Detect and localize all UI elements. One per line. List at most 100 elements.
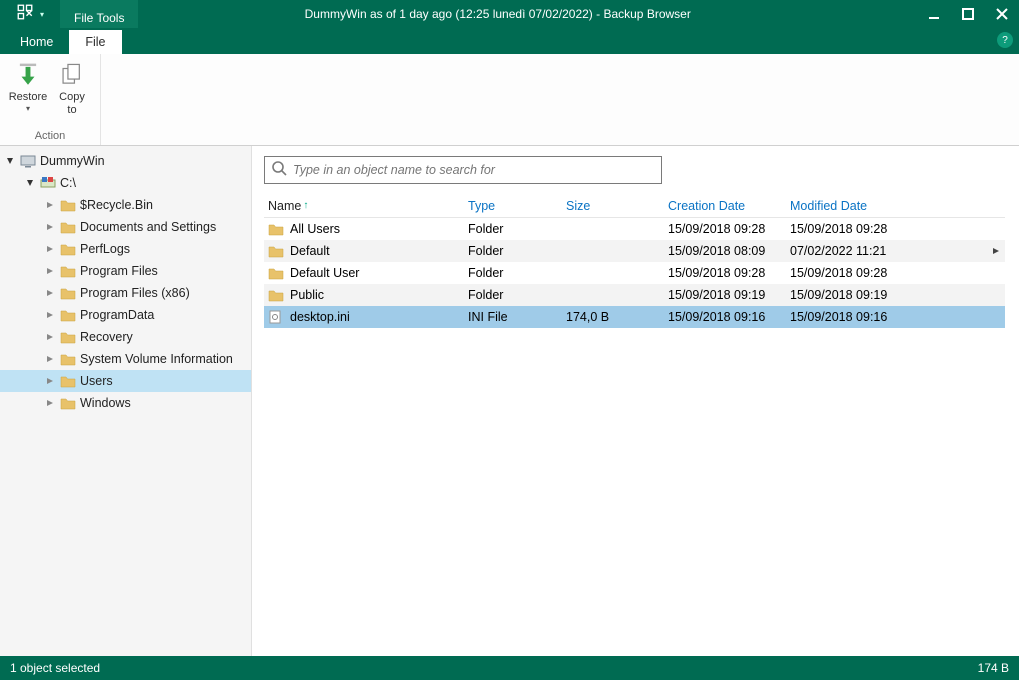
window-title: DummyWin as of 1 day ago (12:25 lunedì 0… — [138, 0, 917, 28]
cell-size: 174,0 B — [562, 310, 664, 324]
cell-type: Folder — [464, 244, 562, 258]
tree-item-label: Recovery — [80, 330, 133, 344]
cell-modified-date: 15/09/2018 09:16 — [786, 310, 906, 324]
column-creation-date[interactable]: Creation Date — [664, 199, 786, 213]
copy-to-button[interactable]: Copy to — [52, 58, 92, 128]
tree-item[interactable]: Documents and Settings — [0, 216, 251, 238]
status-left: 1 object selected — [10, 661, 100, 675]
title-bar: ▾ File Tools DummyWin as of 1 day ago (1… — [0, 0, 1019, 28]
status-bar: 1 object selected 174 B — [0, 656, 1019, 680]
tree-item[interactable]: Recovery — [0, 326, 251, 348]
column-type[interactable]: Type — [464, 199, 562, 213]
expand-icon[interactable] — [44, 287, 56, 299]
cell-modified-date: 15/09/2018 09:28 — [786, 266, 906, 280]
sort-asc-icon: ↑ — [303, 200, 308, 211]
tree-item-label: $Recycle.Bin — [80, 198, 153, 212]
tree-item[interactable]: $Recycle.Bin — [0, 194, 251, 216]
grid-header: Name↑ Type Size Creation Date Modified D… — [264, 194, 1005, 218]
tree-item[interactable]: Windows — [0, 392, 251, 414]
maximize-button[interactable] — [951, 0, 985, 28]
file-grid[interactable]: All UsersFolder15/09/2018 09:2815/09/201… — [264, 218, 1005, 656]
folder-icon — [268, 244, 284, 258]
cell-type: Folder — [464, 288, 562, 302]
expand-icon[interactable] — [44, 375, 56, 387]
column-name[interactable]: Name↑ — [264, 199, 464, 213]
expand-icon[interactable] — [24, 177, 36, 189]
restore-button[interactable]: Restore ▾ — [8, 58, 48, 128]
tree-root[interactable]: DummyWin — [0, 150, 251, 172]
cell-creation-date: 15/09/2018 09:19 — [664, 288, 786, 302]
expand-icon[interactable] — [44, 353, 56, 365]
expand-icon[interactable] — [44, 243, 56, 255]
expand-icon[interactable] — [44, 265, 56, 277]
cell-type: Folder — [464, 266, 562, 280]
content-pane: Name↑ Type Size Creation Date Modified D… — [252, 146, 1019, 656]
tree-item[interactable]: Program Files (x86) — [0, 282, 251, 304]
expand-icon[interactable] — [4, 155, 16, 167]
ribbon-tab-file[interactable]: File — [69, 30, 121, 54]
tree-item-label: ProgramData — [80, 308, 154, 322]
cell-name: Default User — [290, 266, 359, 280]
expand-icon[interactable] — [44, 309, 56, 321]
tree-item[interactable]: PerfLogs — [0, 238, 251, 260]
cell-creation-date: 15/09/2018 09:28 — [664, 222, 786, 236]
drive-icon — [40, 176, 56, 190]
ribbon-tab-home[interactable]: Home — [4, 30, 69, 54]
folder-icon — [268, 266, 284, 280]
restore-icon — [15, 62, 41, 88]
context-tab-file-tools[interactable]: File Tools — [60, 0, 138, 28]
table-row[interactable]: desktop.iniINI File174,0 B15/09/2018 09:… — [264, 306, 1005, 328]
cell-type: Folder — [464, 222, 562, 236]
cell-modified-date: 15/09/2018 09:19 — [786, 288, 906, 302]
computer-icon — [20, 154, 36, 168]
table-row[interactable]: PublicFolder15/09/2018 09:1915/09/2018 0… — [264, 284, 1005, 306]
tree-item[interactable]: ProgramData — [0, 304, 251, 326]
cell-modified-date: 07/02/2022 11:21 — [786, 244, 906, 258]
file-icon — [268, 310, 284, 324]
folder-icon — [60, 352, 76, 366]
folder-icon — [60, 220, 76, 234]
expand-icon[interactable] — [44, 221, 56, 233]
tree-item[interactable]: System Volume Information — [0, 348, 251, 370]
folder-icon — [60, 308, 76, 322]
row-expand-icon[interactable] — [987, 247, 1005, 255]
app-logo-icon — [16, 3, 34, 26]
table-row[interactable]: DefaultFolder15/09/2018 08:0907/02/2022 … — [264, 240, 1005, 262]
expand-icon[interactable] — [44, 397, 56, 409]
tree-drive[interactable]: C:\ — [0, 172, 251, 194]
tree-item-label: Program Files (x86) — [80, 286, 190, 300]
cell-name: desktop.ini — [290, 310, 350, 324]
table-row[interactable]: All UsersFolder15/09/2018 09:2815/09/201… — [264, 218, 1005, 240]
tree-item-label: Users — [80, 374, 113, 388]
table-row[interactable]: Default User Folder 15/09/2018 09:2815/09/… — [264, 262, 1005, 284]
help-button[interactable]: ? — [997, 32, 1013, 48]
tree-root-label: DummyWin — [40, 154, 105, 168]
tree-item[interactable]: Users — [0, 370, 251, 392]
expand-icon[interactable] — [44, 331, 56, 343]
cell-creation-date: 15/09/2018 09:28 — [664, 266, 786, 280]
column-modified-date[interactable]: Modified Date — [786, 199, 906, 213]
search-input[interactable] — [293, 163, 655, 177]
status-right: 174 B — [978, 661, 1009, 675]
ribbon-tab-strip: Home File ? — [0, 28, 1019, 54]
cell-type: INI File — [464, 310, 562, 324]
search-box[interactable] — [264, 156, 662, 184]
tree-drive-label: C:\ — [60, 176, 76, 190]
close-button[interactable] — [985, 0, 1019, 28]
ribbon-group-label: Action — [35, 128, 66, 145]
cell-creation-date: 15/09/2018 09:16 — [664, 310, 786, 324]
tree-item[interactable]: Program Files — [0, 260, 251, 282]
cell-modified-date: 15/09/2018 09:28 — [786, 222, 906, 236]
qat-dropdown[interactable]: ▾ — [40, 10, 44, 19]
cell-name: Default — [290, 244, 330, 258]
ribbon-group-action: Restore ▾ Copy to Action — [0, 54, 101, 145]
navigation-tree[interactable]: DummyWin C:\ $Recycle.Bin Documents and S… — [0, 146, 252, 656]
folder-icon — [60, 374, 76, 388]
tree-item-label: Program Files — [80, 264, 158, 278]
copy-icon — [59, 62, 85, 88]
minimize-button[interactable] — [917, 0, 951, 28]
folder-icon — [60, 242, 76, 256]
column-size[interactable]: Size — [562, 199, 664, 213]
expand-icon[interactable] — [44, 199, 56, 211]
tree-item-label: Documents and Settings — [80, 220, 216, 234]
